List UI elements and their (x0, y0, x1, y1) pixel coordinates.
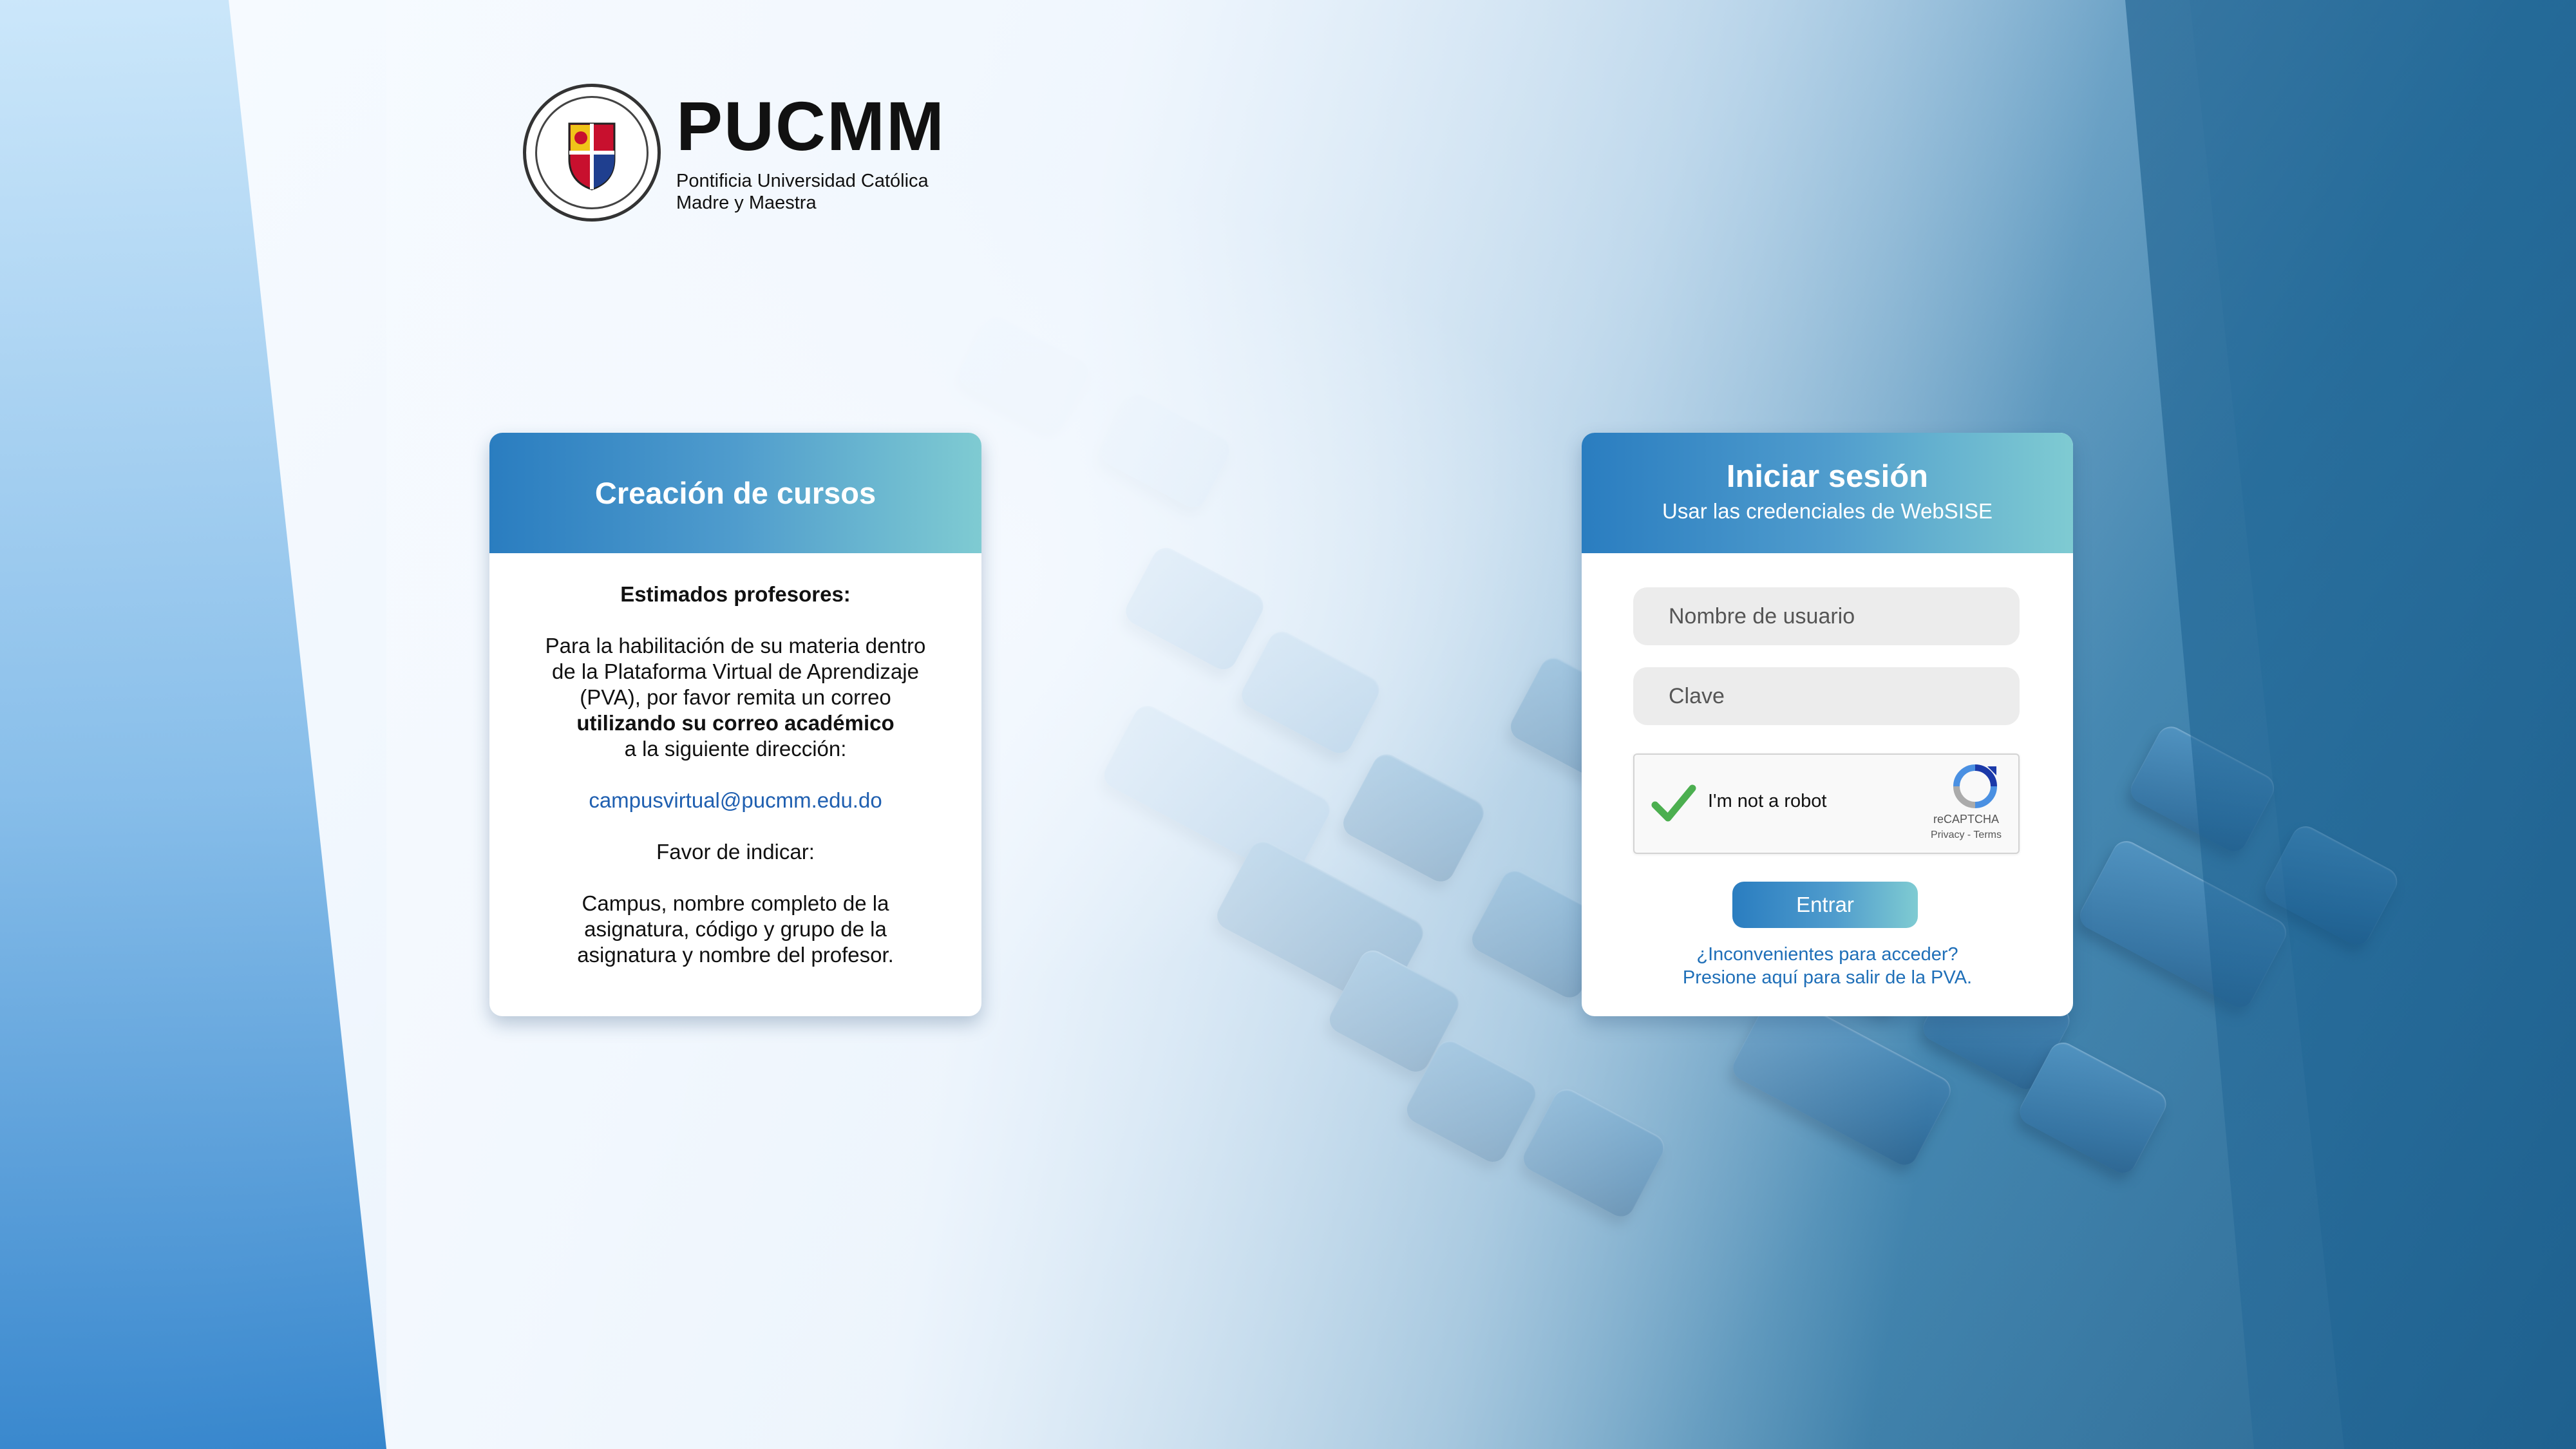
login-header: Iniciar sesión Usar las credenciales de … (1582, 433, 2073, 553)
instructions-line: (PVA), por favor remita un correo (580, 685, 891, 709)
recaptcha-widget: I'm not a robot reCAPTCHA Privacy - Term… (1633, 753, 2020, 854)
course-creation-card: Creación de cursos Estimados profesores:… (489, 433, 981, 1016)
request-details-line: asignatura y nombre del profesor. (577, 943, 894, 967)
login-subtitle: Usar las credenciales de WebSISE (1662, 499, 1993, 523)
pucmm-logo: PUCMM Pontificia Universidad Católica Ma… (523, 84, 945, 222)
access-trouble-link[interactable]: ¿Inconvenientes para acceder? (1582, 943, 2073, 966)
card-title: Creación de cursos (489, 433, 981, 553)
brand-subtitle-line1: Pontificia Universidad Católica (676, 171, 929, 191)
recaptcha-logo-icon (1953, 764, 1997, 808)
recaptcha-label: I'm not a robot (1708, 791, 1827, 811)
login-submit-button[interactable]: Entrar (1732, 882, 1918, 928)
recaptcha-checkbox[interactable] (1651, 783, 1696, 824)
request-heading: Favor de indicar: (656, 840, 815, 864)
password-input[interactable] (1633, 667, 2020, 725)
course-creation-body: Estimados profesores: Para la habilitaci… (489, 553, 981, 968)
brand-subtitle-line2: Madre y Maestra (676, 193, 817, 213)
checkmark-icon (1651, 784, 1696, 822)
instructions-line: de la Plataforma Virtual de Aprendizaje (552, 659, 919, 683)
instructions-line: a la siguiente dirección: (624, 737, 847, 761)
instructions-emphasis: utilizando su correo académico (576, 711, 895, 735)
background-image (0, 0, 2576, 1449)
login-card: Iniciar sesión Usar las credenciales de … (1582, 433, 2073, 1016)
brand-name: PUCMM (676, 87, 945, 165)
request-details-line: asignatura, código y grupo de la (584, 917, 887, 941)
help-links: ¿Inconvenientes para acceder? Presione a… (1582, 943, 2073, 989)
login-title: Iniciar sesión (1726, 459, 1929, 494)
recaptcha-privacy-terms[interactable]: Privacy - Terms (1918, 829, 2014, 841)
recaptcha-brand: reCAPTCHA (1933, 813, 1999, 826)
username-input[interactable] (1633, 587, 2020, 645)
instructions-line: Para la habilitación de su materia dentr… (545, 634, 926, 658)
contact-email-link[interactable]: campusvirtual@pucmm.edu.do (528, 788, 943, 813)
university-seal-icon (523, 84, 661, 222)
request-details-line: Campus, nombre completo de la (582, 891, 889, 915)
greeting: Estimados profesores: (620, 582, 851, 606)
exit-pva-link[interactable]: Presione aquí para salir de la PVA. (1582, 966, 2073, 989)
